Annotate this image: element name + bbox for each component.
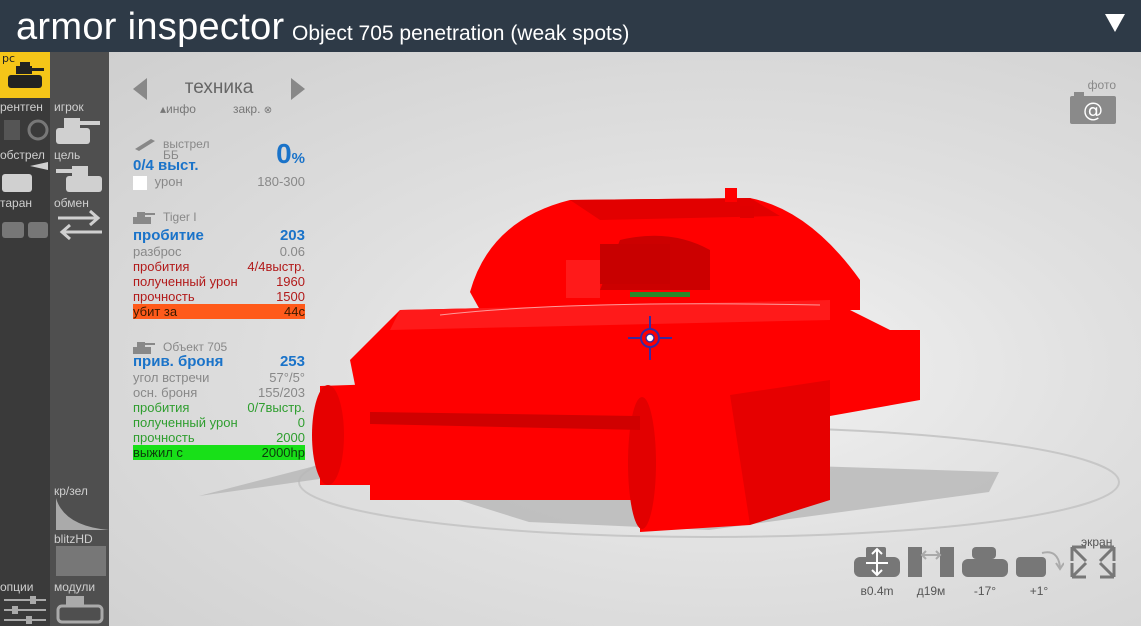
close-link[interactable]: закр. ⊗ xyxy=(233,102,272,116)
vertical-angle-control[interactable]: -17° xyxy=(960,543,1010,603)
mode-target-button[interactable]: цель xyxy=(54,148,109,194)
fullscreen-icon xyxy=(1070,545,1116,579)
mode-redgreen-button[interactable]: кр/зел xyxy=(54,484,109,530)
pen-percent: 0% xyxy=(276,138,305,169)
survived-bar: выжил с 2000hp xyxy=(133,445,305,460)
tank-model[interactable] xyxy=(270,180,930,540)
vehicle-nav: техника ▴инфо закр. ⊗ xyxy=(133,74,305,116)
next-vehicle-arrow-icon[interactable] xyxy=(291,78,305,100)
mode-swap-button[interactable]: обмен xyxy=(54,196,109,242)
rotate-tank-icon xyxy=(1016,551,1065,577)
info-toggle-link[interactable]: ▴инфо xyxy=(160,102,196,116)
target-tank-small-icon xyxy=(133,342,155,354)
mode-blitzhd-button[interactable]: blitzHD xyxy=(54,532,109,578)
height-tank-icon xyxy=(854,547,900,577)
damage-checkbox[interactable] xyxy=(133,175,147,190)
distance-control[interactable]: д19м xyxy=(906,543,956,603)
player-tank-icon xyxy=(56,118,100,144)
photo-button[interactable]: фото @ xyxy=(1068,78,1118,124)
tank-front-icon xyxy=(962,547,1008,577)
tool-ram-button[interactable]: таран xyxy=(0,196,50,242)
tool-options-button[interactable]: опции xyxy=(0,580,50,626)
redgreen-icon xyxy=(56,498,109,530)
distance-icon xyxy=(908,547,954,577)
vehicle-nav-title: техника xyxy=(184,77,254,98)
tool-shelling-button[interactable]: обстрел xyxy=(0,148,50,194)
mode-modules-button[interactable]: модули xyxy=(54,580,109,626)
xray-icon xyxy=(4,119,49,141)
damage-row: урон 180-300 xyxy=(133,174,305,190)
app-header: armor inspector Object 705 penetration (… xyxy=(0,0,1141,52)
tool-rs-button[interactable]: рс xyxy=(0,52,50,98)
blitzhd-icon xyxy=(56,546,106,576)
camera-icon: @ xyxy=(1070,92,1116,124)
svg-text:@: @ xyxy=(1083,98,1103,122)
attacker-header: Tiger I xyxy=(133,210,305,226)
shots-count: 0/4 выст. xyxy=(133,157,199,174)
swap-arrows-icon xyxy=(58,209,102,241)
tank-icon xyxy=(8,62,44,88)
tool-xray-button[interactable]: рентген xyxy=(0,100,50,146)
ram-icon xyxy=(2,222,48,238)
mode-player-button[interactable]: игрок xyxy=(54,100,109,146)
horizontal-angle-control[interactable]: +1° xyxy=(1014,543,1065,603)
shelling-icon xyxy=(2,162,48,192)
close-icon: ⊗ xyxy=(263,105,273,116)
page-subtitle: Object 705 penetration (weak spots) xyxy=(292,22,630,45)
sliders-icon xyxy=(4,596,46,624)
attacker-tank-icon xyxy=(133,212,155,224)
fullscreen-button[interactable] xyxy=(1068,543,1118,583)
target-tank-icon xyxy=(56,166,102,192)
height-control[interactable]: в0.4m xyxy=(852,543,902,603)
modules-icon xyxy=(56,596,104,624)
menu-dropdown-icon[interactable] xyxy=(1105,14,1125,32)
killed-bar: убит за 44с xyxy=(133,304,305,319)
app-title: armor inspector xyxy=(16,6,285,48)
